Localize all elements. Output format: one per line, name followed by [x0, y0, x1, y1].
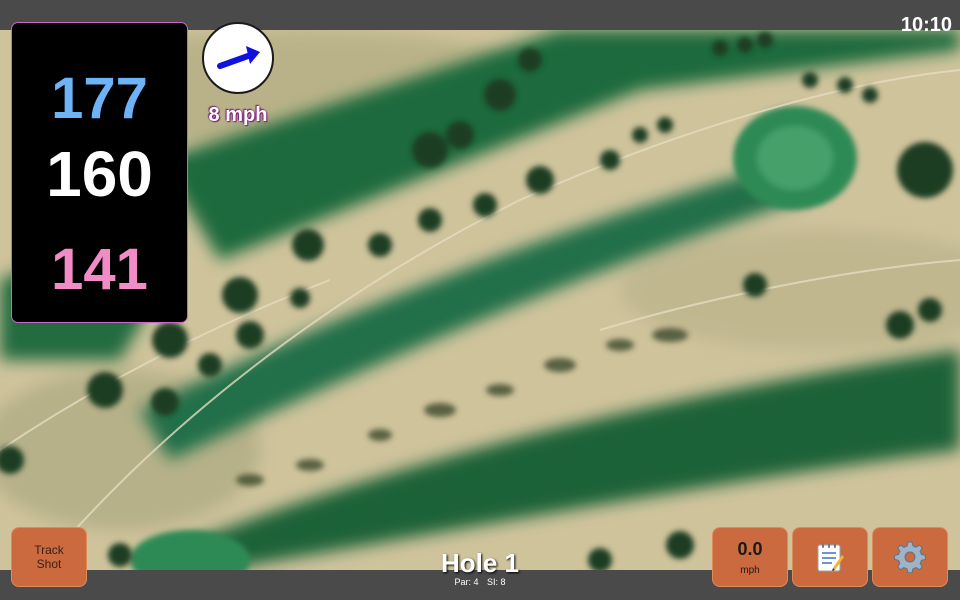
stroke-index-label: SI: 8: [487, 577, 506, 587]
back-yardage: 177: [51, 66, 148, 131]
track-shot-button[interactable]: Track Shot: [11, 527, 87, 587]
arrow-right-icon: [217, 46, 260, 69]
track-shot-label: Track Shot: [34, 543, 64, 571]
notes-button[interactable]: [792, 527, 868, 587]
front-yardage: 141: [51, 237, 148, 302]
notepad-icon: [817, 543, 844, 572]
settings-button[interactable]: [872, 527, 948, 587]
yardage-panel: 177 160 141: [11, 22, 188, 323]
wind-direction-dial: [202, 22, 274, 94]
speed-button[interactable]: 0.0 mph: [712, 527, 788, 587]
hole-meta: Par: 4 SI: 8: [400, 577, 560, 587]
speed-unit: mph: [740, 564, 760, 576]
gear-icon: [894, 541, 926, 573]
hole-title: Hole 1: [440, 548, 520, 578]
par-label: Par: 4: [454, 577, 479, 587]
wind-speed-label: 8 mph: [208, 104, 268, 126]
middle-yardage: 160: [46, 138, 153, 210]
clock: 10:10: [900, 14, 952, 36]
speed-value: 0.0: [737, 538, 763, 559]
